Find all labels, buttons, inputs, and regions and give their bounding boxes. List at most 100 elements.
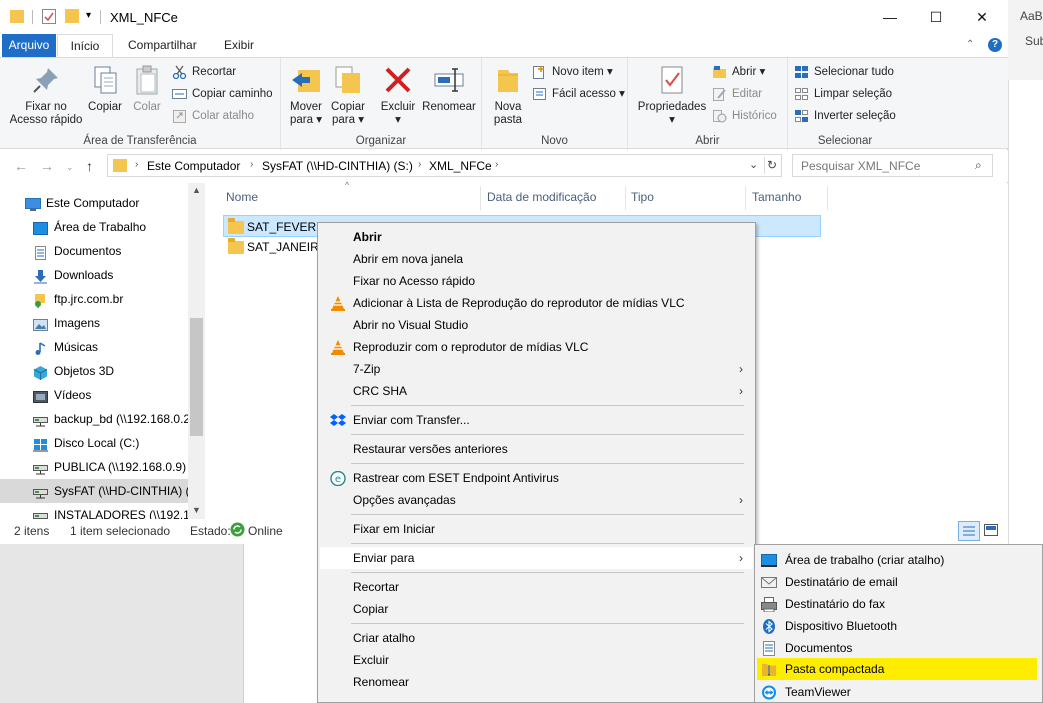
- invert-selection-button[interactable]: Inverter seleção: [794, 106, 896, 126]
- refresh-icon[interactable]: ↻: [767, 158, 777, 172]
- nav-item-instaladores[interactable]: INSTALADORES (\\192.168: [0, 503, 188, 519]
- breadcrumb-xml-nfce[interactable]: XML_NFCe: [429, 159, 492, 173]
- tab-compartilhar[interactable]: Compartilhar: [119, 34, 206, 57]
- vlc-icon: [330, 340, 346, 355]
- history-button[interactable]: Histórico: [712, 106, 777, 126]
- back-arrow-icon[interactable]: ←: [14, 158, 28, 174]
- menu-item-fixar-iniciar[interactable]: Fixar em Iniciar: [320, 518, 753, 540]
- send-to-teamviewer[interactable]: TeamViewer: [757, 681, 1039, 703]
- menu-item-crc-sha[interactable]: CRC SHA ›: [320, 380, 753, 402]
- nav-item-publica[interactable]: PUBLICA (\\192.168.0.9) (P: [0, 455, 188, 479]
- search-input[interactable]: Pesquisar XML_NFCe ⌕: [792, 154, 993, 177]
- nav-item-backup-bd[interactable]: backup_bd (\\192.168.0.20: [0, 407, 188, 431]
- send-to-desktop[interactable]: Área de trabalho (criar atalho): [757, 549, 1039, 571]
- menu-item-restaurar-versoes[interactable]: Restaurar versões anteriores: [320, 438, 753, 460]
- address-bar[interactable]: › Este Computador › SysFAT (\\HD-CINTHIA…: [107, 154, 782, 177]
- menu-item-abrir[interactable]: Abrir: [320, 226, 753, 248]
- navigation-scrollbar-thumb[interactable]: [190, 318, 203, 436]
- select-none-button[interactable]: Limpar seleção: [794, 84, 892, 104]
- address-dropdown-icon[interactable]: ⌄: [749, 158, 758, 171]
- column-header-data[interactable]: Data de modificação: [487, 190, 596, 204]
- scroll-up-icon[interactable]: ▲: [192, 185, 201, 195]
- menu-item-renomear[interactable]: Renomear: [320, 671, 753, 693]
- menu-item-7zip[interactable]: 7-Zip ›: [320, 358, 753, 380]
- nav-item-videos[interactable]: Vídeos: [0, 383, 188, 407]
- up-arrow-icon[interactable]: ↑: [86, 158, 93, 174]
- large-icons-view-icon[interactable]: [984, 523, 998, 540]
- minimize-button[interactable]: —: [867, 0, 913, 34]
- nav-item-disco-local[interactable]: Disco Local (C:): [0, 431, 188, 455]
- close-button[interactable]: ✕: [959, 0, 1005, 34]
- online-sync-icon: [230, 522, 245, 540]
- nav-item-imagens[interactable]: Imagens: [0, 311, 188, 335]
- customize-toolbar-icon[interactable]: ▾: [86, 10, 91, 21]
- nav-item-musicas[interactable]: Músicas: [0, 335, 188, 359]
- menu-item-criar-atalho[interactable]: Criar atalho: [320, 627, 753, 649]
- search-icon[interactable]: ⌕: [975, 158, 982, 173]
- easy-access-button[interactable]: Fácil acesso ▾: [532, 84, 625, 104]
- copy-to-button[interactable]: Copiar para ▾: [328, 64, 368, 127]
- rename-button[interactable]: Renomear: [420, 64, 478, 114]
- nav-item-ftp[interactable]: ftp.jrc.com.br: [0, 287, 188, 311]
- paste-shortcut-button[interactable]: Colar atalho: [172, 106, 254, 126]
- menu-item-enviar-para[interactable]: Enviar para ›: [320, 547, 753, 569]
- scroll-down-icon[interactable]: ▼: [192, 505, 201, 515]
- details-view-icon[interactable]: [958, 521, 980, 541]
- column-header-tipo[interactable]: Tipo: [631, 190, 654, 204]
- forward-arrow-icon[interactable]: →: [40, 158, 54, 174]
- submenu-item-label: Dispositivo Bluetooth: [785, 619, 898, 633]
- menu-item-fixar-acesso-rapido[interactable]: Fixar no Acesso rápido: [320, 270, 753, 292]
- menu-item-eset[interactable]: e Rastrear com ESET Endpoint Antivirus: [320, 467, 753, 489]
- nav-item-este-computador[interactable]: Este Computador: [0, 191, 188, 215]
- recent-locations-icon[interactable]: ⌄: [66, 162, 74, 173]
- menu-item-copiar[interactable]: Copiar: [320, 598, 753, 620]
- nav-item-area-de-trabalho[interactable]: Área de Trabalho: [0, 215, 188, 239]
- help-icon[interactable]: ?: [988, 38, 1002, 52]
- column-header-nome[interactable]: Nome: [226, 190, 258, 204]
- send-to-fax[interactable]: Destinatário do fax: [757, 593, 1039, 615]
- tab-arquivo[interactable]: Arquivo: [2, 34, 56, 57]
- send-to-compressed-folder[interactable]: Pasta compactada: [757, 658, 1037, 680]
- breadcrumb-sysfat[interactable]: SysFAT (\\HD-CINTHIA) (S:): [262, 159, 413, 173]
- new-item-button[interactable]: Novo item ▾: [532, 62, 613, 82]
- menu-item-vlc-playlist[interactable]: Adicionar à Lista de Reprodução do repro…: [320, 292, 753, 314]
- item-count: 2 itens: [14, 524, 50, 538]
- menu-item-excluir[interactable]: Excluir: [320, 649, 753, 671]
- edit-button[interactable]: Editar: [712, 84, 762, 104]
- copy-path-button[interactable]: Copiar caminho: [172, 84, 273, 104]
- tab-exibir[interactable]: Exibir: [215, 34, 263, 57]
- collapse-ribbon-icon[interactable]: ⌃: [966, 39, 974, 50]
- delete-x-icon: [382, 64, 414, 96]
- nav-item-downloads[interactable]: Downloads: [0, 263, 188, 287]
- menu-item-vlc-play[interactable]: Reproduzir com o reprodutor de mídias VL…: [320, 336, 753, 358]
- nav-item-documentos[interactable]: Documentos: [0, 239, 188, 263]
- menu-item-opcoes-avancadas[interactable]: Opções avançadas ›: [320, 489, 753, 511]
- menu-item-recortar[interactable]: Recortar: [320, 576, 753, 598]
- open-button[interactable]: Abrir ▾: [712, 62, 765, 82]
- pin-quick-access-button[interactable]: Fixar no Acesso rápido: [6, 64, 86, 127]
- select-all-button[interactable]: Selecionar tudo: [794, 62, 894, 82]
- move-to-button[interactable]: Mover para ▾: [287, 64, 325, 127]
- send-to-documents[interactable]: Documentos: [757, 637, 1039, 659]
- nav-item-objetos-3d[interactable]: Objetos 3D: [0, 359, 188, 383]
- maximize-button[interactable]: ☐: [913, 0, 959, 34]
- properties-icon[interactable]: [42, 9, 56, 27]
- properties-button[interactable]: Propriedades ▾: [636, 64, 708, 127]
- nav-item-sysfat[interactable]: SysFAT (\\HD-CINTHIA) (S:: [0, 479, 188, 503]
- column-header-tamanho[interactable]: Tamanho: [752, 190, 801, 204]
- copy-button[interactable]: Copiar: [85, 64, 125, 114]
- menu-item-visual-studio[interactable]: Abrir no Visual Studio: [320, 314, 753, 336]
- new-folder-button[interactable]: Nova pasta: [488, 64, 528, 127]
- menu-item-enviar-transfer[interactable]: Enviar com Transfer...: [320, 409, 753, 431]
- tab-inicio[interactable]: Início: [57, 34, 113, 57]
- cut-button[interactable]: Recortar: [172, 62, 236, 82]
- breadcrumb-este-computador[interactable]: Este Computador: [147, 159, 240, 173]
- delete-button[interactable]: Excluir ▾: [378, 64, 418, 127]
- send-to-mail[interactable]: Destinatário de email: [757, 571, 1039, 593]
- table-row[interactable]: SAT_JANEIRO: [223, 236, 328, 258]
- send-to-bluetooth[interactable]: Dispositivo Bluetooth: [757, 615, 1039, 637]
- menu-item-label: Enviar para: [353, 551, 415, 565]
- new-folder-icon[interactable]: [65, 9, 79, 23]
- menu-item-abrir-nova-janela[interactable]: Abrir em nova janela: [320, 248, 753, 270]
- paste-button[interactable]: Colar: [127, 64, 167, 114]
